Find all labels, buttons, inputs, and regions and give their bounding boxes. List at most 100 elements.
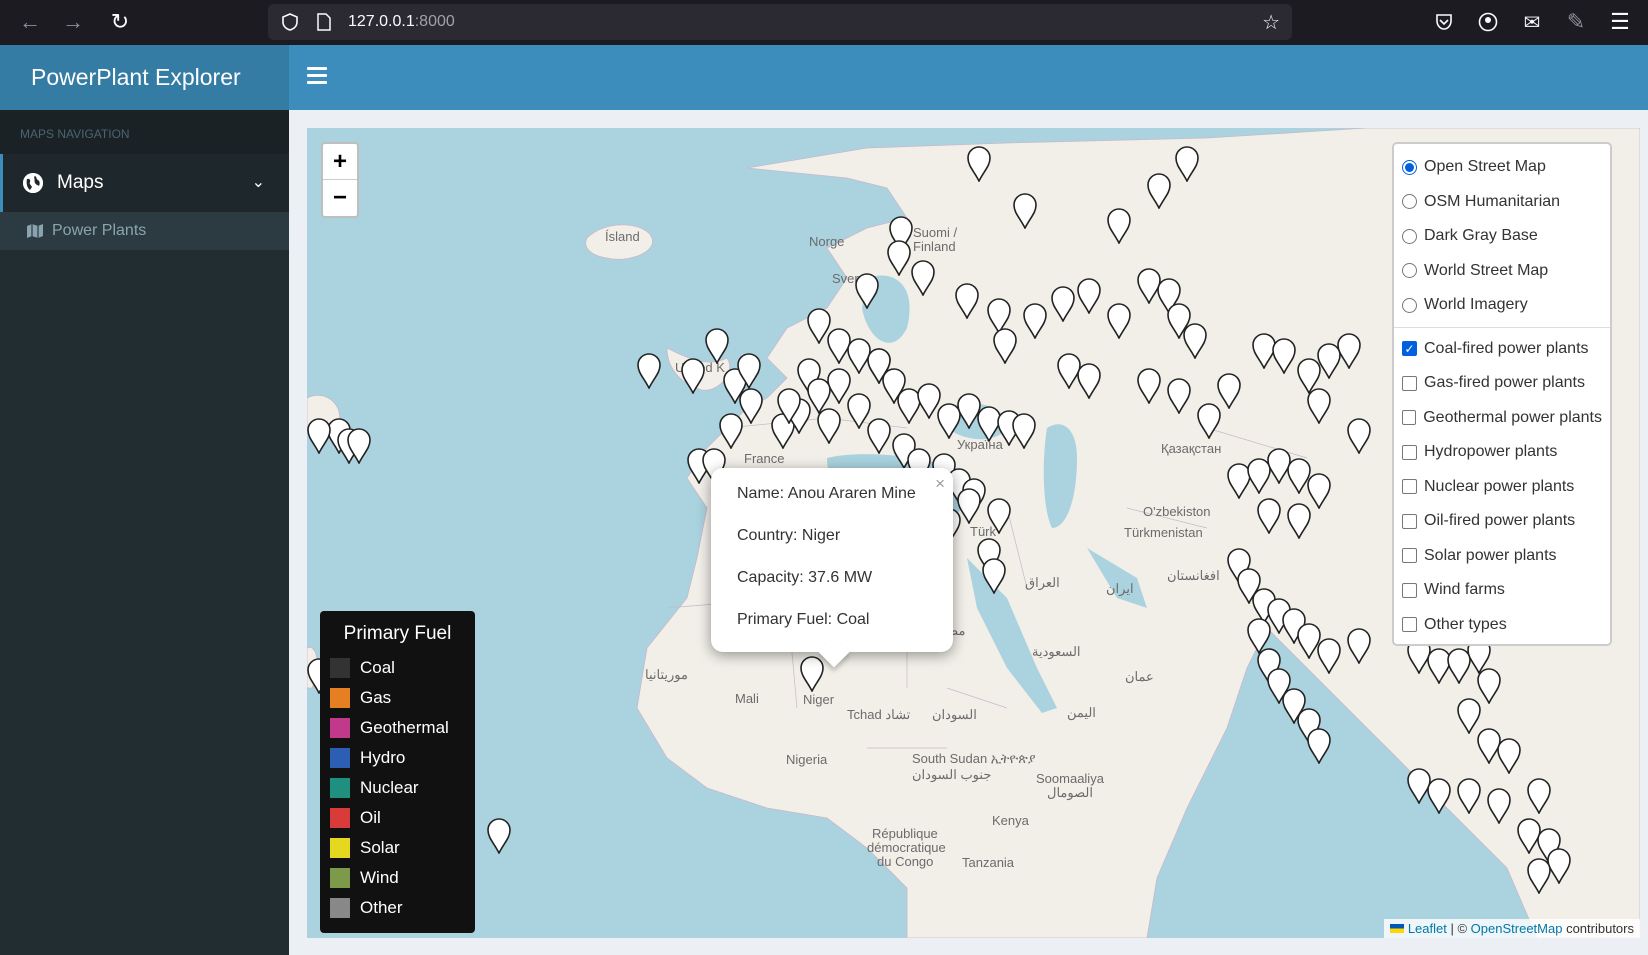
sidebar-toggle-icon[interactable] — [307, 67, 327, 88]
power-plant-marker[interactable] — [1051, 286, 1075, 322]
checkbox[interactable]: ✓ — [1402, 341, 1417, 357]
power-plant-marker[interactable] — [1307, 388, 1331, 424]
power-plant-marker[interactable] — [1272, 338, 1296, 374]
url-bar[interactable]: 127.0.0.1:8000 ☆ — [268, 4, 1292, 40]
reload-icon[interactable]: ↻ — [102, 4, 138, 40]
power-plant-marker[interactable] — [987, 498, 1011, 534]
checkbox[interactable] — [1402, 548, 1417, 564]
power-plant-marker[interactable] — [1107, 303, 1131, 339]
power-plant-marker[interactable] — [911, 260, 935, 296]
power-plant-marker[interactable] — [1183, 323, 1207, 359]
popup-close-button[interactable]: × — [935, 474, 945, 494]
checkbox[interactable] — [1402, 444, 1417, 460]
power-plant-marker[interactable] — [867, 348, 891, 384]
power-plant-marker[interactable] — [1487, 788, 1511, 824]
power-plant-marker[interactable] — [347, 428, 371, 464]
checkbox[interactable] — [1402, 513, 1417, 529]
zoom-out-button[interactable]: − — [323, 180, 357, 216]
sidebar-item-maps[interactable]: Maps ⌄ — [0, 154, 289, 212]
checkbox[interactable] — [1402, 582, 1417, 598]
radio-button[interactable] — [1402, 297, 1417, 313]
radio-button[interactable] — [1402, 263, 1417, 279]
back-icon[interactable]: ← — [12, 4, 48, 40]
power-plant-marker[interactable] — [982, 558, 1006, 594]
selected-marker[interactable] — [800, 656, 824, 692]
power-plant-marker[interactable] — [1457, 778, 1481, 814]
power-plant-marker[interactable] — [1077, 278, 1101, 314]
power-plant-marker[interactable] — [1257, 498, 1281, 534]
zoom-in-button[interactable]: + — [323, 144, 357, 180]
leaflet-map[interactable]: Ísland Norge Suomi / Finland Sver United… — [307, 128, 1640, 938]
power-plant-marker[interactable] — [993, 328, 1017, 364]
overlay-option[interactable]: Nuclear power plants — [1402, 470, 1602, 505]
checkbox[interactable] — [1402, 375, 1417, 391]
power-plant-marker[interactable] — [1307, 728, 1331, 764]
power-plant-marker[interactable] — [1527, 858, 1551, 894]
power-plant-marker[interactable] — [307, 418, 331, 454]
base-layer-option[interactable]: Dark Gray Base — [1402, 219, 1602, 254]
power-plant-marker[interactable] — [1317, 638, 1341, 674]
power-plant-marker[interactable] — [487, 818, 511, 854]
forward-icon[interactable]: → — [55, 4, 91, 40]
radio-button[interactable] — [1402, 159, 1417, 175]
overlay-option[interactable]: Oil-fired power plants — [1402, 504, 1602, 539]
checkbox[interactable] — [1402, 410, 1417, 426]
power-plant-marker[interactable] — [737, 353, 761, 389]
power-plant-marker[interactable] — [1527, 778, 1551, 814]
power-plant-marker[interactable] — [1023, 303, 1047, 339]
power-plant-marker[interactable] — [867, 418, 891, 454]
base-layer-option[interactable]: OSM Humanitarian — [1402, 185, 1602, 220]
power-plant-marker[interactable] — [637, 353, 661, 389]
power-plant-marker[interactable] — [777, 388, 801, 424]
power-plant-marker[interactable] — [1347, 418, 1371, 454]
power-plant-marker[interactable] — [1347, 628, 1371, 664]
overlay-option[interactable]: Hydropower plants — [1402, 435, 1602, 470]
power-plant-marker[interactable] — [1497, 738, 1521, 774]
overlay-option[interactable]: Other types — [1402, 608, 1602, 643]
power-plant-marker[interactable] — [705, 328, 729, 364]
radio-button[interactable] — [1402, 228, 1417, 244]
checkbox[interactable] — [1402, 479, 1417, 495]
extensions-icon[interactable]: ✉ — [1514, 4, 1550, 40]
overlay-option[interactable]: Solar power plants — [1402, 539, 1602, 574]
power-plant-marker[interactable] — [1337, 333, 1361, 369]
power-plant-marker[interactable] — [957, 488, 981, 524]
power-plant-marker[interactable] — [1107, 208, 1131, 244]
power-plant-marker[interactable] — [681, 358, 705, 394]
power-plant-marker[interactable] — [807, 378, 831, 414]
base-layer-option[interactable]: Open Street Map — [1402, 150, 1602, 185]
radio-button[interactable] — [1402, 194, 1417, 210]
power-plant-marker[interactable] — [1077, 363, 1101, 399]
base-layer-option[interactable]: World Street Map — [1402, 254, 1602, 289]
power-plant-marker[interactable] — [1013, 193, 1037, 229]
power-plant-marker[interactable] — [855, 273, 879, 309]
base-layer-option[interactable]: World Imagery — [1402, 288, 1602, 323]
leaflet-link[interactable]: Leaflet — [1408, 921, 1447, 936]
power-plant-marker[interactable] — [1217, 373, 1241, 409]
power-plant-marker[interactable] — [1167, 378, 1191, 414]
power-plant-marker[interactable] — [1427, 778, 1451, 814]
overlay-label: Solar power plants — [1424, 546, 1557, 564]
pocket-icon[interactable] — [1426, 4, 1462, 40]
checkbox[interactable] — [1402, 617, 1417, 633]
bookmark-star-icon[interactable]: ☆ — [1262, 10, 1280, 35]
overlay-option[interactable]: Wind farms — [1402, 573, 1602, 608]
overlay-option[interactable]: Geothermal power plants — [1402, 401, 1602, 436]
power-plant-marker[interactable] — [967, 146, 991, 182]
power-plant-marker[interactable] — [1175, 146, 1199, 182]
osm-link[interactable]: OpenStreetMap — [1471, 921, 1563, 936]
app-brand[interactable]: PowerPlant Explorer — [0, 45, 289, 110]
overlay-option[interactable]: Gas-fired power plants — [1402, 366, 1602, 401]
overlay-option[interactable]: ✓ Coal-fired power plants — [1402, 332, 1602, 367]
power-plant-marker[interactable] — [887, 240, 911, 276]
menu-icon[interactable]: ☰ — [1602, 4, 1638, 40]
power-plant-marker[interactable] — [1147, 173, 1171, 209]
power-plant-marker[interactable] — [1137, 368, 1161, 404]
power-plant-marker[interactable] — [1287, 503, 1311, 539]
account-icon[interactable] — [1470, 4, 1506, 40]
sidebar-item-power-plants[interactable]: Power Plants — [0, 212, 289, 250]
power-plant-marker[interactable] — [719, 413, 743, 449]
power-plant-marker[interactable] — [1012, 413, 1036, 449]
power-plant-marker[interactable] — [955, 283, 979, 319]
pen-icon[interactable]: ✎ — [1558, 4, 1594, 40]
